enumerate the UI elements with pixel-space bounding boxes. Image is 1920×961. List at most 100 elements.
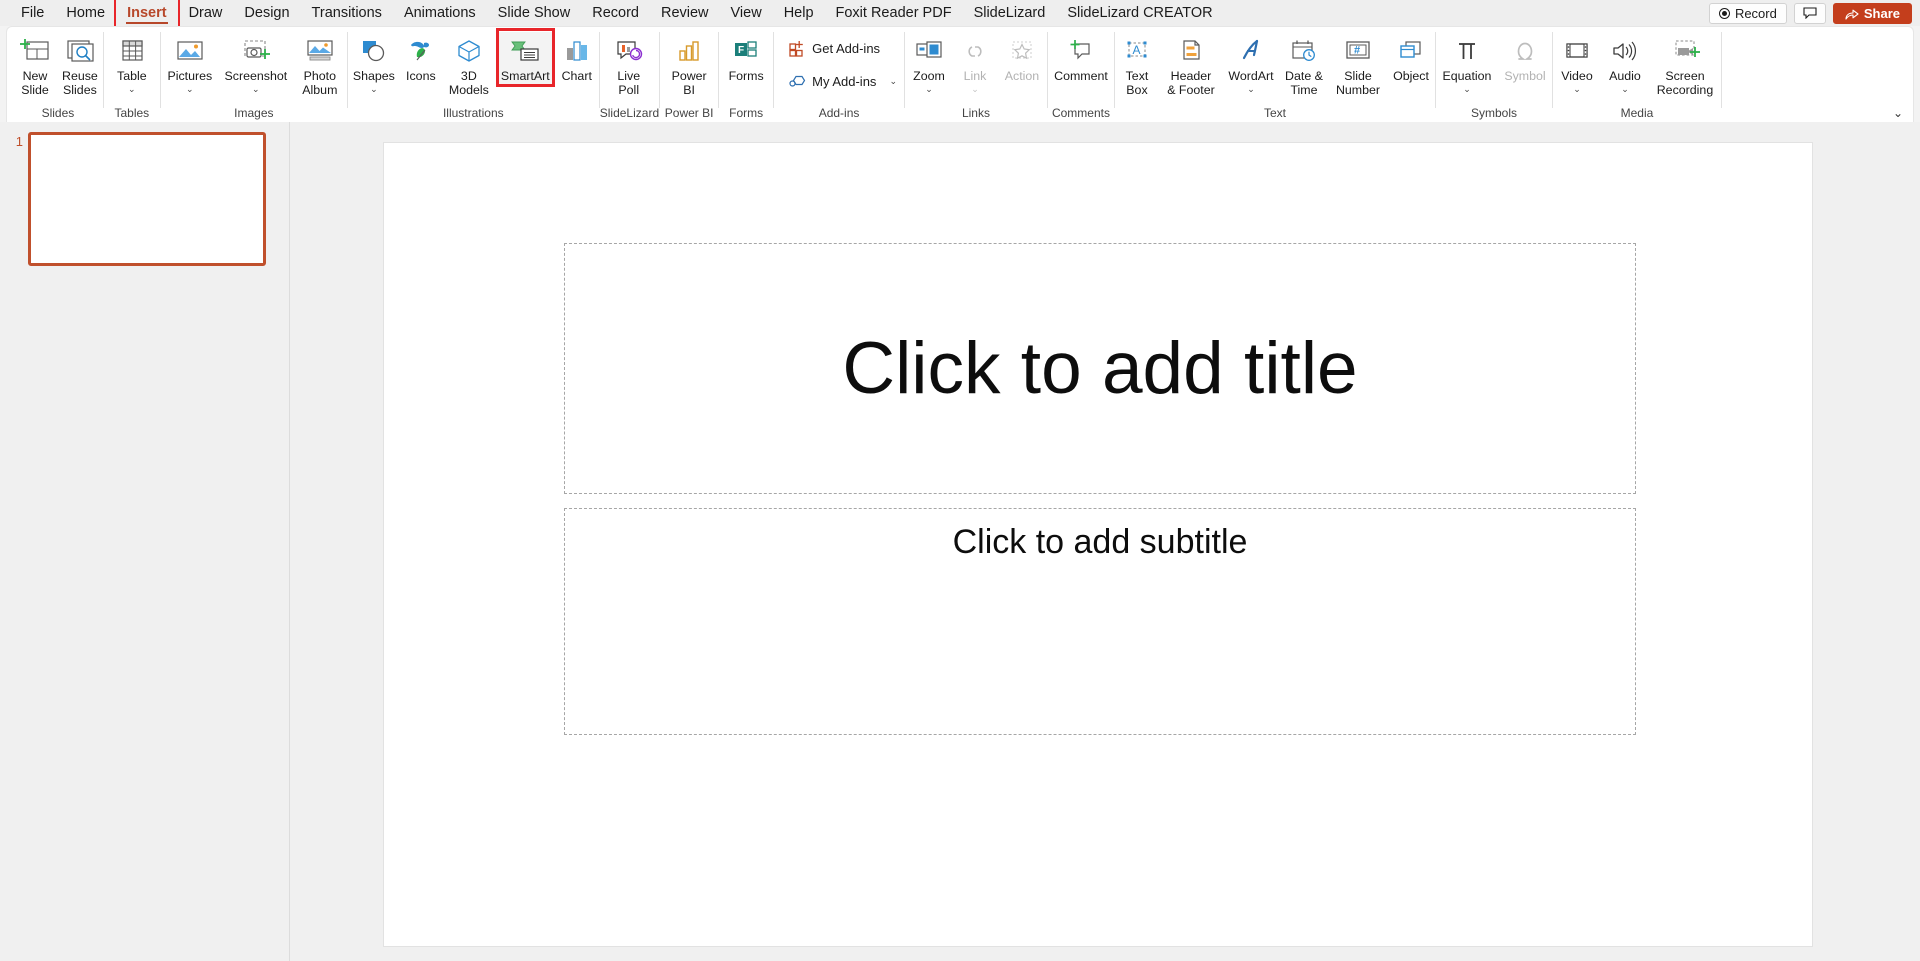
tab-review[interactable]: Review [650,0,720,26]
wordart-button[interactable]: WordArt ⌄ [1223,32,1279,94]
comments-button[interactable] [1794,3,1826,24]
group-label-images: Images [161,105,347,122]
group-label-tables: Tables [104,105,160,122]
chevron-down-icon[interactable]: ⌄ [1463,85,1471,94]
tab-animations[interactable]: Animations [393,0,487,26]
text-box-button[interactable]: A Text Box [1115,32,1159,97]
zoom-button[interactable]: Zoom ⌄ [905,32,953,94]
record-button[interactable]: Record [1709,3,1787,24]
video-button[interactable]: Video ⌄ [1553,32,1601,94]
smartart-label: SmartArt [501,70,550,84]
power-bi-button[interactable]: Power BI [660,32,718,97]
live-poll-button[interactable]: Live Poll [600,32,658,97]
tab-review-label: Review [661,5,709,21]
chevron-down-icon[interactable]: ⌄ [370,85,378,94]
tab-record-label: Record [592,5,639,21]
menu-bar: File Home Insert Draw Design Transitions… [0,0,1920,26]
title-placeholder-text: Click to add title [842,327,1357,410]
table-label: Table [117,70,147,84]
tab-design-label: Design [244,5,289,21]
table-icon [117,35,147,69]
table-button[interactable]: Table ⌄ [104,32,160,94]
reuse-slides-button[interactable]: Reuse Slides [57,32,103,97]
3d-models-button[interactable]: 3D Models [442,32,496,97]
action-icon [1006,35,1038,69]
chart-icon [561,35,593,69]
my-addins-button[interactable]: My Add-ins ⌄ [782,70,904,93]
chevron-down-icon[interactable]: ⌄ [1573,85,1581,94]
comment-button[interactable]: Comment [1048,32,1114,84]
screenshot-button[interactable]: Screenshot ⌄ [219,32,293,94]
audio-button[interactable]: Audio ⌄ [1601,32,1649,94]
tab-foxit-label: Foxit Reader PDF [836,5,952,21]
forms-button[interactable]: F Forms [719,32,773,84]
object-label: Object [1393,70,1429,84]
title-placeholder[interactable]: Click to add title [564,243,1636,494]
zoom-icon [913,35,945,69]
slide-canvas[interactable]: Click to add title Click to add subtitle [383,142,1813,947]
tab-slide-show[interactable]: Slide Show [487,0,582,26]
wordart-icon [1235,35,1267,69]
get-addins-button[interactable]: Get Add-ins [782,37,887,60]
date-time-icon [1288,35,1320,69]
share-button-label: Share [1864,6,1900,21]
chevron-down-icon[interactable]: ⌄ [1247,85,1255,94]
text-box-label: Text Box [1126,70,1149,97]
tab-draw[interactable]: Draw [178,0,234,26]
tab-view[interactable]: View [720,0,773,26]
chevron-down-icon[interactable]: ⌄ [252,85,260,94]
ribbon-group-illustrations: Shapes ⌄ Icons [348,27,599,122]
group-label-comments: Comments [1048,105,1114,122]
collapse-ribbon-button[interactable]: ⌄ [1893,107,1903,119]
subtitle-placeholder[interactable]: Click to add subtitle [564,508,1636,735]
ribbon-group-slides: New Slide Reuse Slides [13,27,103,122]
action-label: Action [1005,70,1039,84]
photo-album-button[interactable]: Photo Album [293,32,347,97]
slide-number-button[interactable]: # Slide Number [1329,32,1387,97]
new-slide-button[interactable]: New Slide [13,32,57,97]
share-button[interactable]: Share [1833,3,1912,24]
chevron-down-icon[interactable]: ⌄ [1621,85,1629,94]
equation-button[interactable]: Equation ⌄ [1436,32,1498,94]
header-footer-button[interactable]: Header & Footer [1159,32,1223,97]
icons-button[interactable]: Icons [400,32,442,84]
date-time-button[interactable]: Date & Time [1279,32,1329,97]
tab-slidelizard[interactable]: SlideLizard [963,0,1057,26]
tab-file[interactable]: File [10,0,55,26]
tab-foxit-reader-pdf[interactable]: Foxit Reader PDF [825,0,963,26]
tab-draw-label: Draw [189,5,223,21]
my-addins-label: My Add-ins [812,74,876,89]
ribbon-group-media: Video ⌄ Audio ⌄ [1553,27,1721,122]
share-icon [1845,7,1859,20]
chevron-down-icon[interactable]: ⌄ [925,85,933,94]
smartart-icon [508,35,542,69]
power-bi-icon [673,35,705,69]
smartart-button[interactable]: SmartArt [496,32,555,84]
tab-home[interactable]: Home [55,0,116,26]
icons-icon [405,35,437,69]
new-slide-label: New Slide [21,70,49,97]
shapes-label: Shapes [353,70,395,84]
chevron-down-icon[interactable]: ⌄ [128,85,136,94]
ribbon-group-links: Zoom ⌄ Link ⌄ [905,27,1047,122]
chevron-down-icon[interactable]: ⌄ [186,85,194,94]
chart-button[interactable]: Chart [555,32,599,84]
link-label: Link [964,70,987,84]
tab-help[interactable]: Help [773,0,825,26]
object-button[interactable]: Object [1387,32,1435,84]
chevron-down-icon[interactable]: ⌄ [889,76,897,87]
tab-design[interactable]: Design [233,0,300,26]
equation-icon [1451,35,1483,69]
tab-insert[interactable]: Insert [116,0,178,26]
slide-thumbnail-1[interactable] [28,132,266,266]
tab-slidelizard-creator[interactable]: SlideLizard CREATOR [1056,0,1223,26]
screenshot-label: Screenshot [224,70,287,84]
screen-recording-button[interactable]: Screen Recording [1649,32,1721,97]
pictures-button[interactable]: Pictures ⌄ [161,32,219,94]
shapes-button[interactable]: Shapes ⌄ [348,32,400,94]
tab-file-label: File [21,5,44,21]
tab-transitions[interactable]: Transitions [301,0,393,26]
header-footer-label: Header & Footer [1167,70,1215,97]
group-label-text: Text [1115,105,1435,122]
tab-record[interactable]: Record [581,0,650,26]
